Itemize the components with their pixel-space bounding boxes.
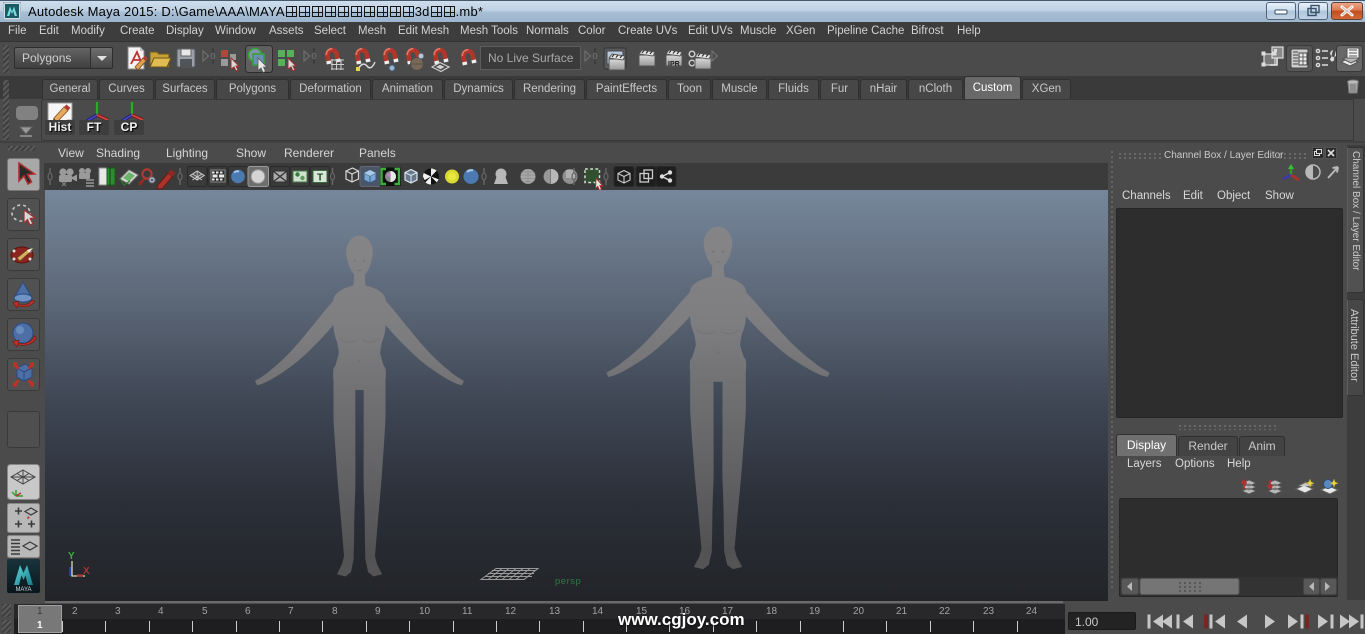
svg-text:MAYA: MAYA <box>15 587 31 593</box>
svg-text:persp: persp <box>555 576 581 587</box>
svg-text:Y: Y <box>68 551 75 562</box>
svg-text:X: X <box>83 566 90 577</box>
svg-text:IPR: IPR <box>668 61 680 68</box>
svg-text:T: T <box>317 173 323 184</box>
